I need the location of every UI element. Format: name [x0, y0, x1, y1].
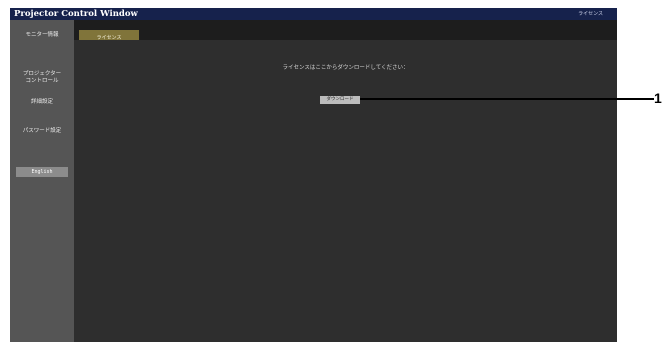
header-page-name: ライセンス — [578, 11, 603, 17]
sidebar-item-label: プロジェクター コントロール — [22, 71, 62, 84]
tab-bar: ライセンス — [74, 20, 617, 46]
sidebar-item-label: モニター情報 — [25, 32, 59, 38]
sidebar-item-label: 詳細設定 — [30, 99, 53, 105]
main-content: ライセンスはここからダウンロードしてください： ダウンロード — [74, 40, 617, 342]
sidebar-item-label: パスワード設定 — [22, 128, 62, 134]
callout-line — [360, 98, 654, 100]
projector-control-window: Projector Control Window ライセンス モニター情報 プロ… — [10, 8, 617, 342]
window-title: Projector Control Window — [14, 9, 138, 19]
sidebar-item-projector-control[interactable]: プロジェクター コントロール — [10, 64, 74, 85]
english-button[interactable]: English — [16, 167, 68, 177]
title-bar: Projector Control Window ライセンス — [10, 8, 617, 20]
sidebar-item-monitor-info[interactable]: モニター情報 — [10, 32, 74, 39]
sidebar-item-detailed-settings[interactable]: 詳細設定 — [10, 99, 74, 106]
download-button[interactable]: ダウンロード — [320, 96, 360, 104]
sidebar-item-password-settings[interactable]: パスワード設定 — [10, 128, 74, 135]
callout-number: 1 — [654, 90, 662, 106]
sidebar: モニター情報 プロジェクター コントロール 詳細設定 パスワード設定 Engli… — [10, 20, 74, 342]
license-download-message: ライセンスはここからダウンロードしてください： — [282, 65, 409, 71]
